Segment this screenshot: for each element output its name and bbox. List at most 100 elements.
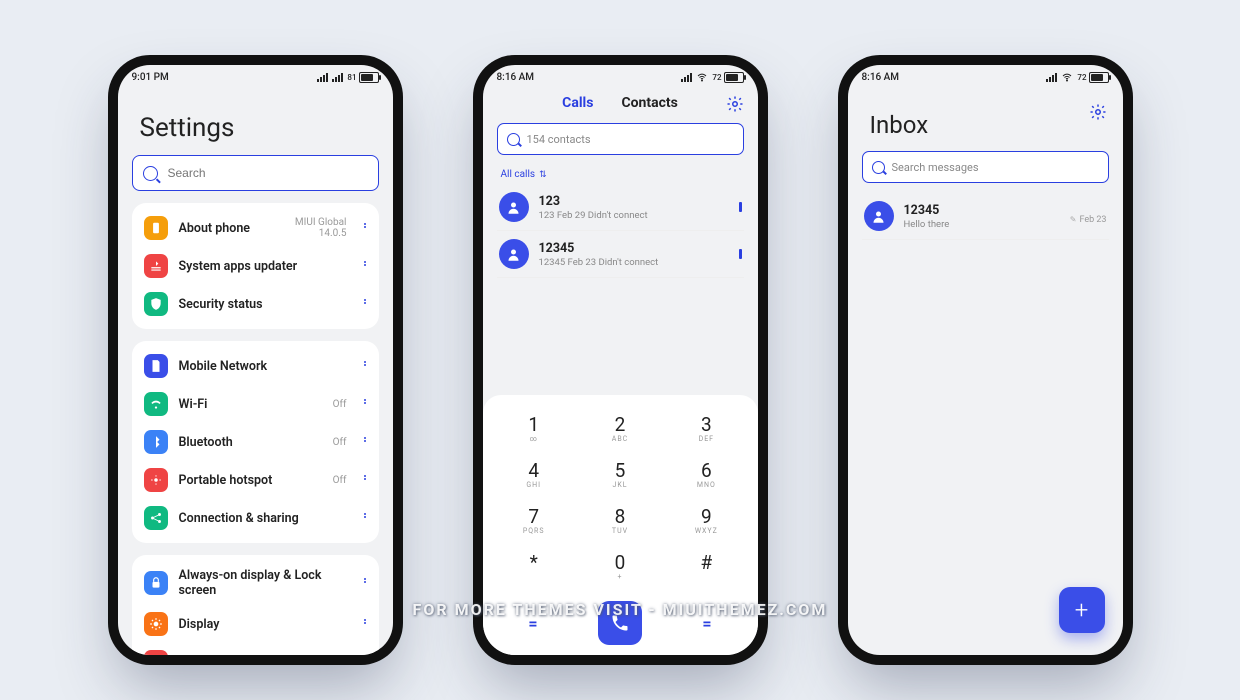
sim-indicator <box>739 249 742 259</box>
signal-icon-2 <box>332 73 343 82</box>
msg-name: 12345 <box>904 203 1060 218</box>
search-placeholder: Search messages <box>892 161 979 174</box>
chevron-icon <box>364 437 367 447</box>
phone-inbox: 8:16 AM 72 Inbox Search messages <box>838 55 1133 665</box>
sim-indicator <box>739 202 742 212</box>
signal-icon <box>681 73 692 82</box>
settings-row[interactable]: Connection & sharing <box>132 499 379 537</box>
dialpad-key[interactable]: 8TUV <box>577 499 663 541</box>
chevron-icon <box>364 619 367 629</box>
settings-row[interactable]: System apps updater <box>132 247 379 285</box>
message-item[interactable]: 12345 Hello there ✎Feb 23 <box>862 193 1109 240</box>
sound-icon <box>144 650 168 655</box>
row-label: Connection & sharing <box>179 511 347 526</box>
contacts-search[interactable]: 154 contacts <box>497 123 744 155</box>
row-label: Always-on display & Lock screen <box>179 568 347 598</box>
status-time: 8:16 AM <box>862 72 900 83</box>
dialpad-key[interactable]: 7PQRS <box>491 499 577 541</box>
settings-row[interactable]: Mobile Network <box>132 347 379 385</box>
person-icon <box>499 239 529 269</box>
status-bar: 8:16 AM 72 <box>483 65 758 89</box>
dialpad-key[interactable]: # <box>663 545 749 587</box>
battery-icon: 72 <box>1077 72 1108 83</box>
settings-group-1: About phone MIUI Global14.0.5 System app… <box>132 203 379 329</box>
gear-icon[interactable] <box>726 95 744 117</box>
settings-row[interactable]: Bluetooth Off <box>132 423 379 461</box>
search-icon <box>143 166 158 181</box>
search-text: 154 contacts <box>527 133 591 146</box>
call-button[interactable] <box>598 601 642 645</box>
gear-icon[interactable] <box>1089 103 1107 125</box>
search-field[interactable] <box>166 165 368 181</box>
lock-icon <box>144 571 168 595</box>
phone-device-icon <box>144 216 168 240</box>
row-label: Display <box>179 617 347 632</box>
settings-row[interactable]: Sound & vibration <box>132 643 379 655</box>
compose-button[interactable]: + <box>1059 587 1105 633</box>
chevron-icon <box>364 299 367 309</box>
row-label: Sound & vibration <box>179 655 347 656</box>
row-meta: Off <box>333 437 347 448</box>
tab-calls[interactable]: Calls <box>562 95 593 111</box>
status-time: 9:01 PM <box>132 72 169 83</box>
call-name: 12345 <box>539 241 729 256</box>
signal-icon <box>1046 73 1057 82</box>
battery-icon: 81 <box>347 72 378 83</box>
chevron-icon <box>364 261 367 271</box>
dialpad-key[interactable]: * <box>491 545 577 587</box>
settings-row[interactable]: Wi-Fi Off <box>132 385 379 423</box>
settings-row[interactable]: About phone MIUI Global14.0.5 <box>132 209 379 247</box>
chevron-icon <box>364 513 367 523</box>
wifi-icon <box>696 71 708 83</box>
row-label: Security status <box>179 297 347 312</box>
status-time: 8:16 AM <box>497 72 535 83</box>
settings-row[interactable]: Display <box>132 605 379 643</box>
call-sub: 123 Feb 29 Didn't connect <box>539 210 729 221</box>
calls-filter[interactable]: All calls ⇅ <box>501 169 740 180</box>
call-list: 123 123 Feb 29 Didn't connect 12345 1234… <box>497 184 744 278</box>
chevron-updown-icon: ⇅ <box>539 170 547 180</box>
person-icon <box>864 201 894 231</box>
call-name: 123 <box>539 194 729 209</box>
row-meta: Off <box>333 475 347 486</box>
draft-icon: ✎ <box>1070 215 1077 224</box>
settings-group-2: Mobile Network Wi-Fi Off Bluetooth Off P… <box>132 341 379 543</box>
settings-row[interactable]: Security status <box>132 285 379 323</box>
dialpad-key[interactable]: 5JKL <box>577 453 663 495</box>
chevron-icon <box>364 399 367 409</box>
settings-row[interactable]: Portable hotspot Off <box>132 461 379 499</box>
chevron-icon <box>364 578 367 588</box>
dialpad-key[interactable]: 1∞ <box>491 407 577 449</box>
sim-slot-1[interactable]: = <box>513 614 553 633</box>
status-bar: 8:16 AM 72 <box>848 65 1123 89</box>
dialpad-key[interactable]: 3DEF <box>663 407 749 449</box>
page-title: Inbox <box>870 111 929 139</box>
row-meta: Off <box>333 399 347 410</box>
dialpad-key[interactable]: 4GHI <box>491 453 577 495</box>
call-item[interactable]: 12345 12345 Feb 23 Didn't connect <box>497 231 744 278</box>
search-input[interactable] <box>132 155 379 191</box>
dialpad-key[interactable]: 0+ <box>577 545 663 587</box>
row-label: Wi-Fi <box>179 397 322 412</box>
wifi-icon <box>1061 71 1073 83</box>
row-meta: MIUI Global14.0.5 <box>295 217 347 239</box>
dialpad-key[interactable]: 9WXYZ <box>663 499 749 541</box>
chevron-icon <box>364 475 367 485</box>
signal-icon <box>317 73 328 82</box>
settings-row[interactable]: Always-on display & Lock screen <box>132 561 379 605</box>
messages-search[interactable]: Search messages <box>862 151 1109 183</box>
row-label: Bluetooth <box>179 435 322 450</box>
wifi-icon <box>144 392 168 416</box>
dialpad-key[interactable]: 2ABC <box>577 407 663 449</box>
dialpad-key[interactable]: 6MNO <box>663 453 749 495</box>
msg-time: Feb 23 <box>1079 215 1106 225</box>
tab-contacts[interactable]: Contacts <box>621 95 677 111</box>
search-icon <box>507 133 520 146</box>
message-list: 12345 Hello there ✎Feb 23 <box>862 193 1109 240</box>
sim-slot-2[interactable]: = <box>687 614 727 633</box>
status-bar: 9:01 PM 81 <box>118 65 393 89</box>
battery-icon: 72 <box>712 72 743 83</box>
chevron-icon <box>364 361 367 371</box>
call-item[interactable]: 123 123 Feb 29 Didn't connect <box>497 184 744 231</box>
hotspot-icon <box>144 468 168 492</box>
